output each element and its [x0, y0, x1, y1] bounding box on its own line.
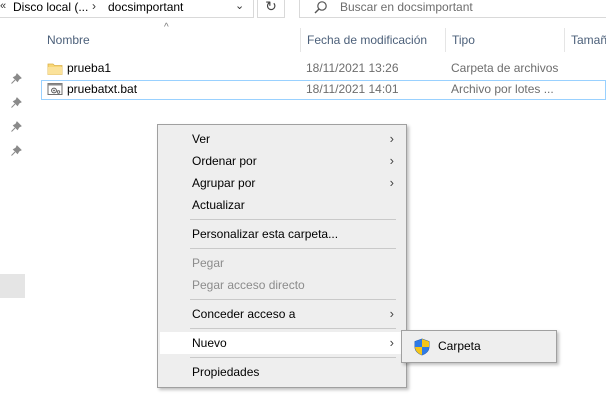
menu-item-label: Conceder acceso a — [192, 307, 296, 321]
context-menu: Ver › Ordenar por › Agrupar por › Actual… — [157, 124, 407, 388]
menu-item-label: Nuevo — [192, 336, 227, 350]
chevron-right-icon: › — [389, 175, 394, 190]
overflow-chevron-icon[interactable]: « — [0, 0, 6, 12]
menu-item-label: Personalizar esta carpeta... — [192, 227, 339, 241]
menu-item-pegar[interactable]: Pegar — [160, 252, 404, 274]
nav-pane-selected-item[interactable] — [0, 274, 25, 298]
refresh-icon: ↻ — [265, 0, 277, 14]
address-dropdown-icon[interactable]: ⌄ — [235, 0, 244, 12]
file-name: prueba1 — [67, 61, 112, 75]
pin-icon[interactable] — [10, 97, 22, 109]
menu-item-personalizar-carpeta[interactable]: Personalizar esta carpeta... — [160, 223, 404, 245]
file-date: 18/11/2021 13:26 — [306, 61, 399, 75]
menu-separator — [190, 328, 396, 329]
menu-item-label: Pegar acceso directo — [192, 278, 305, 292]
folder-icon — [47, 63, 63, 75]
menu-separator — [190, 219, 396, 220]
file-row-selected[interactable]: pruebatxt.bat 18/11/2021 14:01 Archivo p… — [41, 80, 606, 100]
column-header-date[interactable]: Fecha de modificación — [301, 28, 444, 52]
search-box[interactable]: Buscar en docsimportant — [299, 0, 606, 18]
file-row[interactable]: prueba1 18/11/2021 13:26 Carpeta de arch… — [41, 59, 606, 79]
chevron-right-icon: › — [389, 153, 394, 168]
chevron-right-icon: › — [389, 131, 394, 146]
pin-icon[interactable] — [10, 145, 22, 157]
uac-shield-icon — [414, 338, 430, 356]
chevron-right-icon: › — [389, 335, 394, 350]
breadcrumb-separator-icon[interactable]: › — [92, 0, 96, 13]
menu-item-label: Ver — [192, 132, 211, 146]
menu-item-agrupar-por[interactable]: Agrupar por › — [160, 172, 404, 194]
file-type: Archivo por lotes ... — [451, 82, 554, 96]
search-placeholder: Buscar en docsimportant — [340, 0, 473, 14]
menu-item-ver[interactable]: Ver › — [160, 128, 404, 150]
menu-separator — [190, 248, 396, 249]
batch-file-icon — [47, 83, 63, 95]
submenu-nuevo: Carpeta — [401, 330, 557, 363]
top-bar: « Disco local (... › docsimportant ⌄ ↻ B… — [0, 0, 606, 20]
address-bar[interactable]: « Disco local (... › docsimportant ⌄ — [0, 0, 254, 18]
file-date: 18/11/2021 14:01 — [306, 82, 399, 96]
menu-separator — [190, 299, 396, 300]
breadcrumb-docsimportant[interactable]: docsimportant — [108, 0, 183, 14]
submenu-item-carpeta[interactable]: Carpeta — [438, 339, 481, 353]
menu-item-pegar-acceso-directo[interactable]: Pegar acceso directo — [160, 274, 404, 296]
menu-item-label: Agrupar por — [192, 176, 256, 190]
chevron-right-icon: › — [389, 306, 394, 321]
menu-item-conceder-acceso[interactable]: Conceder acceso a › — [160, 303, 404, 325]
menu-item-propiedades[interactable]: Propiedades — [160, 361, 404, 383]
breadcrumb-disco-local[interactable]: Disco local (... — [13, 0, 88, 14]
file-type: Carpeta de archivos — [451, 61, 559, 75]
column-header-name[interactable]: Nombre — [41, 28, 299, 52]
refresh-button[interactable]: ↻ — [257, 0, 285, 18]
menu-item-nuevo[interactable]: Nuevo › — [160, 332, 404, 354]
menu-item-ordenar-por[interactable]: Ordenar por › — [160, 150, 404, 172]
pin-icon[interactable] — [10, 73, 22, 85]
menu-item-label: Propiedades — [192, 365, 260, 379]
menu-separator — [190, 357, 396, 358]
search-icon — [314, 1, 327, 14]
menu-item-label: Actualizar — [192, 198, 245, 212]
file-name: pruebatxt.bat — [67, 82, 138, 96]
pin-icon[interactable] — [10, 121, 22, 133]
menu-item-label: Ordenar por — [192, 154, 257, 168]
menu-item-label: Pegar — [192, 256, 225, 270]
column-header-size[interactable]: Tamaño — [565, 28, 606, 52]
menu-item-actualizar[interactable]: Actualizar — [160, 194, 404, 216]
column-header-type[interactable]: Tipo — [446, 28, 563, 52]
